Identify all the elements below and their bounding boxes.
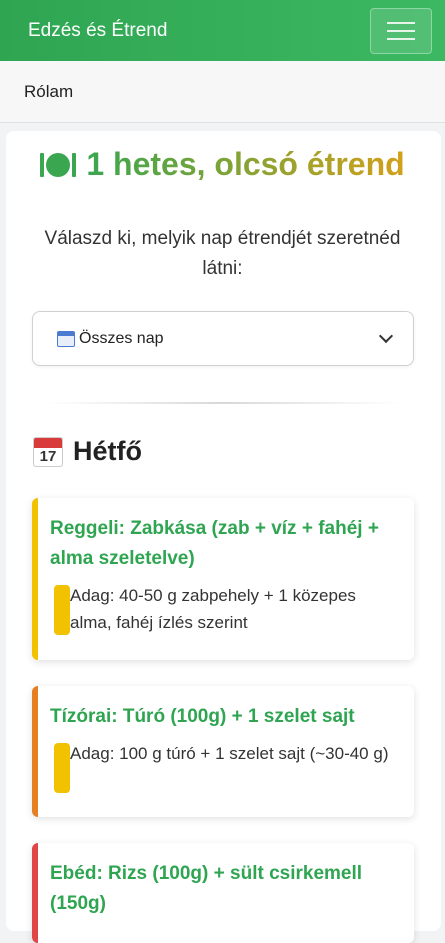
page-subtitle: Válaszd ki, melyik nap étrendjét szeretn… — [44, 228, 401, 279]
about-link[interactable]: Rólam — [24, 82, 73, 102]
meal-detail: Adag: 100 g túró + 1 szelet sajt (~30-40… — [50, 740, 396, 793]
calendar-icon — [57, 330, 75, 347]
day-select[interactable]: Összes nap — [32, 311, 414, 366]
meal-detail: Adag: 40-50 g zabpehely + 1 közepes alma… — [50, 582, 396, 636]
menu-toggle-button[interactable] — [370, 7, 432, 54]
day-heading: 17 Hétfő — [33, 436, 142, 467]
meal-title: Ebéd: Rizs (100g) + sült csirkemell (150… — [50, 863, 363, 914]
day-select-value: Összes nap — [57, 330, 163, 348]
brand-title[interactable]: Edzés és Étrend — [28, 20, 167, 42]
sub-navigation: Rólam — [0, 61, 445, 123]
navbar: Edzés és Étrend — [0, 0, 445, 61]
meal-card-snack: Tízórai: Túró (100g) + 1 szelet sajt Ada… — [32, 686, 414, 817]
page-title: 1 hetes, olcsó étrend — [0, 146, 445, 183]
chevron-down-icon — [378, 328, 394, 344]
hamburger-icon — [387, 21, 415, 24]
divider — [46, 402, 401, 404]
meal-card-lunch: Ebéd: Rizs (100g) + sült csirkemell (150… — [32, 843, 414, 943]
plate-cutlery-icon — [40, 152, 77, 177]
meal-title: Reggeli: Zabkása (zab + víz + fahéj + al… — [50, 518, 379, 569]
meal-title: Tízórai: Túró (100g) + 1 szelet sajt — [50, 706, 355, 727]
calendar-day-icon: 17 — [33, 436, 63, 467]
meal-card-breakfast: Reggeli: Zabkása (zab + víz + fahéj + al… — [32, 498, 414, 660]
